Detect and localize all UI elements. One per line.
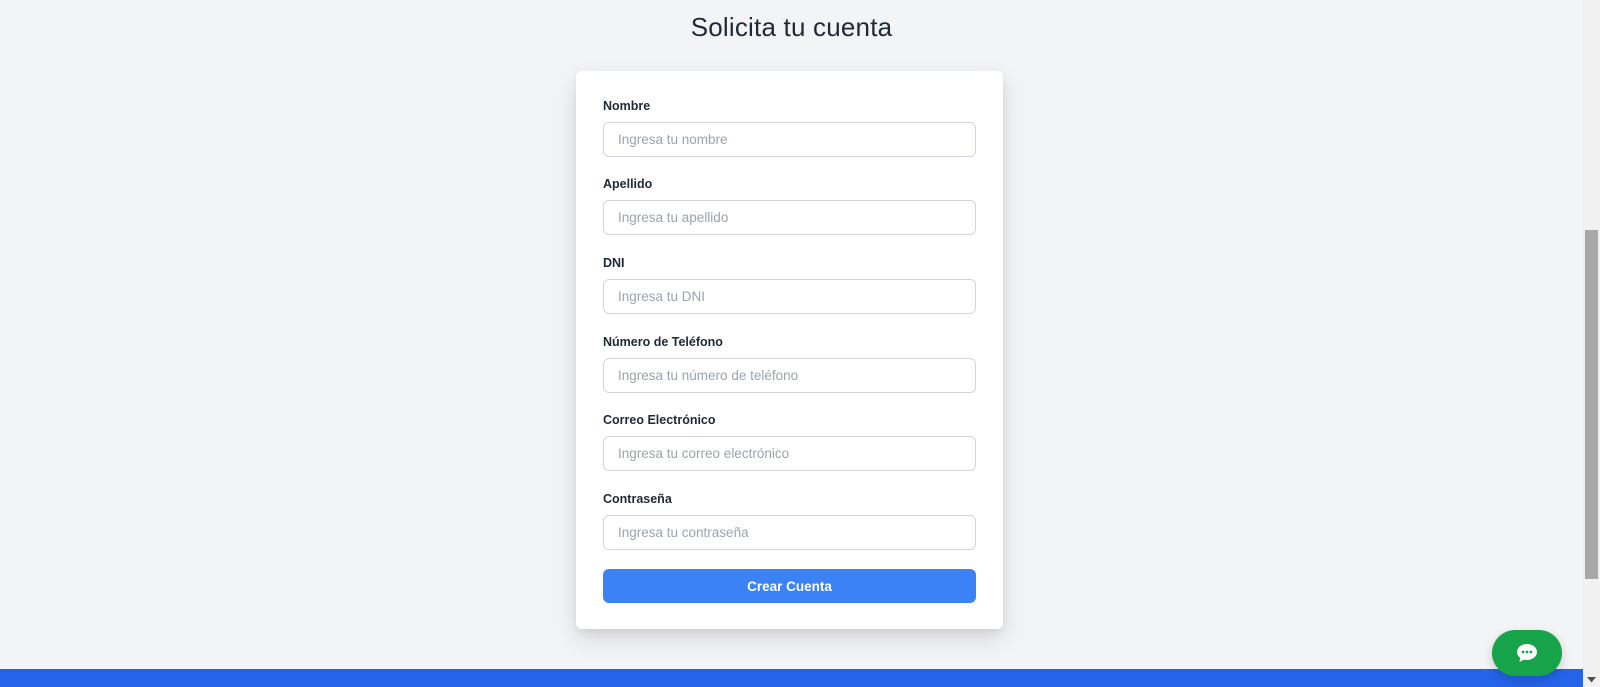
chat-bubble-icon <box>1515 642 1539 664</box>
dni-input[interactable] <box>603 279 976 314</box>
scroll-down-arrow-icon[interactable] <box>1583 672 1600 687</box>
signup-form-card: Nombre Apellido DNI Número de Teléfono C… <box>576 71 1003 629</box>
crear-cuenta-button[interactable]: Crear Cuenta <box>603 569 976 603</box>
contrasena-label: Contraseña <box>603 492 672 506</box>
chat-button[interactable] <box>1492 630 1562 676</box>
field-apellido: Apellido <box>603 175 976 235</box>
contrasena-input[interactable] <box>603 515 976 550</box>
field-correo: Correo Electrónico <box>603 411 976 471</box>
field-telefono: Número de Teléfono <box>603 333 976 393</box>
field-contrasena: Contraseña <box>603 490 976 550</box>
nombre-label: Nombre <box>603 99 651 113</box>
apellido-input[interactable] <box>603 200 976 235</box>
scrollbar-thumb[interactable] <box>1585 230 1598 579</box>
dni-label: DNI <box>603 256 625 270</box>
page: Solicita tu cuenta Nombre Apellido DNI N… <box>0 0 1583 687</box>
telefono-label: Número de Teléfono <box>603 335 723 349</box>
apellido-label: Apellido <box>603 177 653 191</box>
correo-label: Correo Electrónico <box>603 413 716 427</box>
page-title: Solicita tu cuenta <box>690 12 893 42</box>
nombre-input[interactable] <box>603 122 976 157</box>
vertical-scrollbar[interactable] <box>1583 0 1600 687</box>
telefono-input[interactable] <box>603 358 976 393</box>
field-dni: DNI <box>603 254 976 314</box>
correo-input[interactable] <box>603 436 976 471</box>
field-nombre: Nombre <box>603 97 976 157</box>
footer-bar <box>0 669 1583 687</box>
